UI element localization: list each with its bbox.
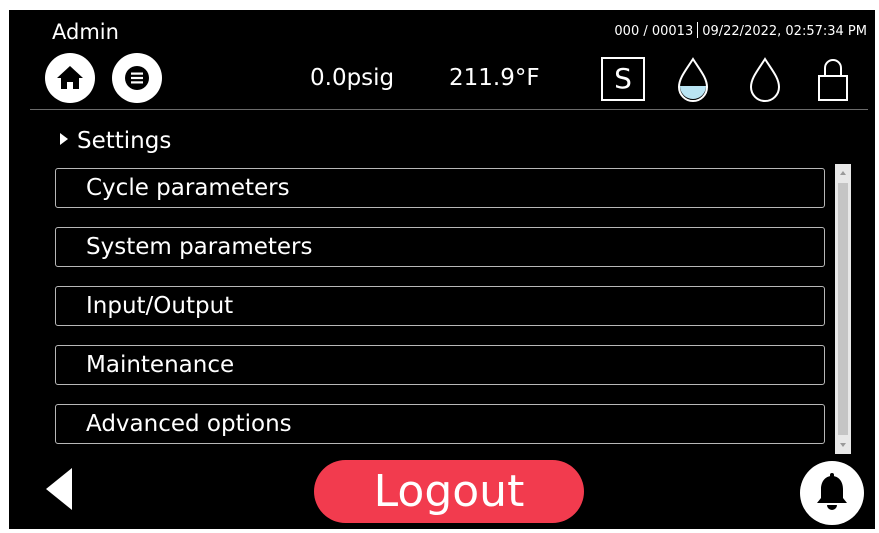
screen: Admin 000 / 00013 09/22/2022, 02:57:34 PM…	[9, 10, 875, 529]
settings-list: Cycle parameters System parameters Input…	[55, 168, 825, 463]
status-stamp: 000 / 00013 09/22/2022, 02:57:34 PM	[614, 22, 867, 41]
back-arrow-icon[interactable]	[46, 468, 72, 510]
menu-item-system-parameters[interactable]: System parameters	[55, 227, 825, 267]
pressure-readout: 0.0psig	[310, 65, 395, 91]
home-button[interactable]	[45, 53, 95, 103]
menu-item-advanced-options[interactable]: Advanced options	[55, 404, 825, 444]
water-drop-filled-icon	[677, 57, 709, 102]
menu-item-maintenance[interactable]: Maintenance	[55, 345, 825, 385]
lock-icon	[818, 59, 848, 101]
scroll-up-icon[interactable]	[835, 164, 851, 182]
cycle-counter: 000 / 00013	[614, 24, 694, 39]
temperature-readout: 211.9°F	[449, 65, 540, 91]
mode-indicator: S	[601, 57, 645, 101]
header-divider	[30, 109, 868, 110]
alarm-button[interactable]	[800, 461, 864, 525]
menu-button[interactable]	[112, 53, 162, 103]
user-role: Admin	[52, 20, 119, 44]
datetime: 09/22/2022, 02:57:34 PM	[702, 24, 867, 39]
caret-right-icon	[60, 133, 68, 145]
logout-button[interactable]: Logout	[314, 460, 584, 523]
scroll-thumb[interactable]	[838, 183, 848, 435]
breadcrumb[interactable]: Settings	[60, 127, 171, 155]
breadcrumb-label: Settings	[77, 128, 172, 154]
scroll-down-icon[interactable]	[835, 436, 851, 454]
menu-item-cycle-parameters[interactable]: Cycle parameters	[55, 168, 825, 208]
stamp-separator	[697, 22, 699, 38]
menu-icon	[125, 66, 149, 90]
scrollbar[interactable]	[835, 164, 851, 454]
water-drop-outline-icon	[749, 57, 781, 102]
bell-icon	[817, 473, 847, 510]
menu-item-input-output[interactable]: Input/Output	[55, 286, 825, 326]
home-icon	[57, 66, 83, 89]
